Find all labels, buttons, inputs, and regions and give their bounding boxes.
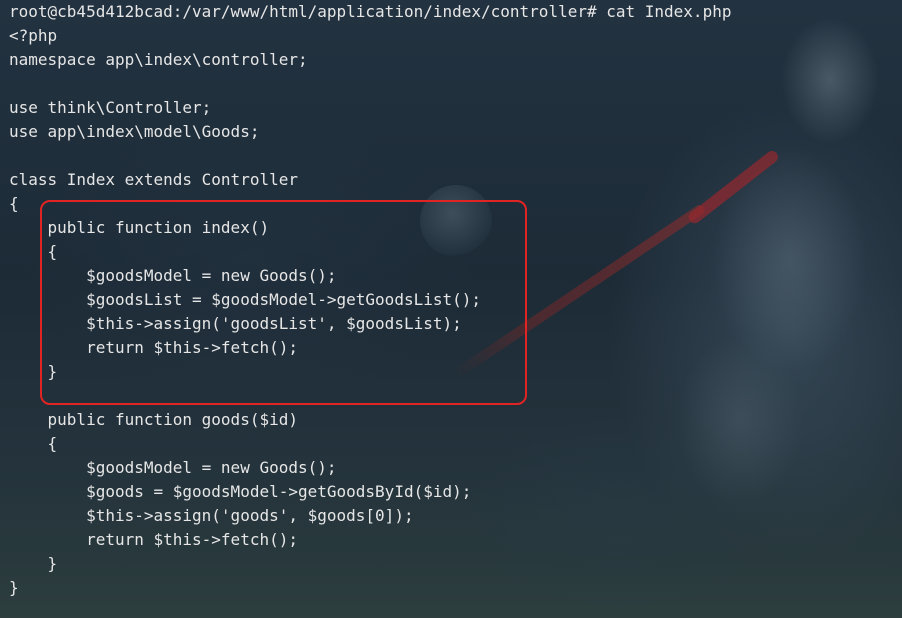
terminal-window[interactable]: root@cb45d412bcad:/var/www/html/applicat… [0, 0, 902, 618]
code-line: $goods = $goodsModel->getGoodsById($id); [9, 482, 472, 501]
code-line: $goodsModel = new Goods(); [9, 458, 337, 477]
code-line: use think\Controller; [9, 98, 212, 117]
shell-prompt-command: root@cb45d412bcad:/var/www/html/applicat… [9, 2, 732, 21]
code-line: class Index extends Controller [9, 170, 298, 189]
code-line: namespace app\index\controller; [9, 50, 308, 69]
code-line: $this->assign('goods', $goods[0]); [9, 506, 414, 525]
code-line: { [9, 434, 58, 453]
code-line: } [9, 578, 19, 597]
code-line: } [9, 554, 58, 573]
code-line: <?php [9, 26, 58, 45]
code-line: public function goods($id) [9, 410, 298, 429]
code-line: use app\index\model\Goods; [9, 122, 260, 141]
code-line: return $this->fetch(); [9, 530, 298, 549]
highlight-box [40, 200, 527, 405]
